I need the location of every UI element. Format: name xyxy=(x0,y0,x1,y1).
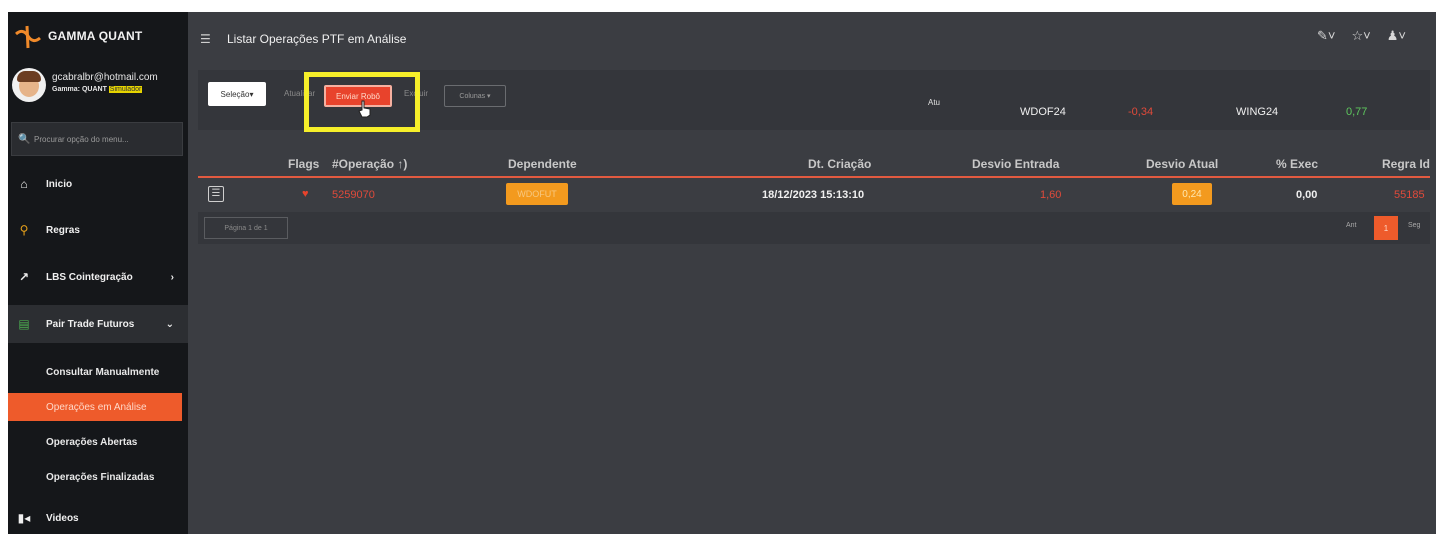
sidebar-sub-operacoes-em-analise[interactable]: Operações em Análise xyxy=(8,393,182,421)
sidebar-item-pair-trade-futuros[interactable]: ▤ Pair Trade Futuros ⌄ xyxy=(8,305,188,343)
page-header: ☰ Listar Operações PTF em Análise ✎˅ ☆˅ … xyxy=(184,18,1428,58)
col-exec[interactable]: % Exec xyxy=(1276,157,1318,171)
user-plan: Gamma: QUANT Simulador xyxy=(52,86,143,93)
home-icon: ⌂ xyxy=(20,177,28,191)
search-icon: ⚲ xyxy=(19,223,29,237)
cell-regra-id[interactable]: 55185 xyxy=(1394,189,1425,201)
pager-current-page[interactable]: 1 xyxy=(1374,216,1398,240)
brand-name: GAMMA QUANT xyxy=(48,29,143,43)
cell-desvio-atual-badge: 0,24 xyxy=(1172,183,1212,205)
col-regra-id[interactable]: Regra Id xyxy=(1382,157,1430,171)
grid-toolbar: Seleção▾ Atualizar Enviar Robô Excluir C… xyxy=(198,70,1430,132)
selecao-button[interactable]: Seleção▾ xyxy=(208,82,266,106)
col-flags[interactable]: Flags xyxy=(288,157,319,171)
pager: Página 1 de 1 Ant 1 Seg xyxy=(198,212,1430,244)
col-desvio-atual[interactable]: Desvio Atual xyxy=(1146,157,1218,171)
atu-label: Atu xyxy=(928,98,941,107)
chevron-down-icon: ⌄ xyxy=(165,318,174,330)
sidebar-sub-consultar-manualmente[interactable]: Consultar Manualmente xyxy=(8,358,188,386)
hamburger-menu-icon[interactable]: ☰ xyxy=(200,32,211,46)
colunas-dropdown[interactable]: Colunas ▾ xyxy=(444,85,506,107)
col-desvio-entrada[interactable]: Desvio Entrada xyxy=(972,157,1059,171)
col-dt-criacao[interactable]: Dt. Criação xyxy=(808,157,871,171)
ticker-wing24: WING24 xyxy=(1236,106,1279,118)
cell-dependente-badge: WDOFUT xyxy=(506,183,568,205)
cell-operacao[interactable]: 5259070 xyxy=(332,189,375,201)
video-icon: ▮◂ xyxy=(17,511,31,525)
cell-exec: 0,00 xyxy=(1296,189,1318,201)
chevron-right-icon: › xyxy=(170,271,174,283)
table-header: Flags #Operação ↑) Dependente Dt. Criaçã… xyxy=(198,148,1430,178)
cell-desvio-entrada: 1,60 xyxy=(1040,189,1062,201)
search-placeholder: Procurar opção do menu... xyxy=(34,134,129,144)
table-row[interactable]: ☰ ♥ 5259070 WDOFUT 18/12/2023 15:13:10 1… xyxy=(198,180,1430,210)
avatar[interactable] xyxy=(12,68,46,102)
pin-icon: ♥ xyxy=(302,188,309,200)
plan-badge: Simulador xyxy=(108,86,143,93)
pager-next-button[interactable]: Seg xyxy=(1408,222,1420,229)
user-email: gcabralbr@hotmail.com xyxy=(52,72,158,83)
ticker-wdof24-value: -0,34 xyxy=(1128,106,1154,118)
user-panel: gcabralbr@hotmail.com Gamma: QUANT Simul… xyxy=(8,64,188,116)
header-tools: ✎˅ ☆˅ ♟˅ xyxy=(1317,28,1406,44)
user-icon[interactable]: ♟˅ xyxy=(1387,28,1406,44)
sidebar-item-lbs-cointegracao[interactable]: ↗ LBS Cointegração › xyxy=(8,260,188,294)
page-info: Página 1 de 1 xyxy=(204,217,288,239)
sidebar-item-regras[interactable]: ⚲ Regras xyxy=(8,213,188,247)
sidebar: GAMMA QUANT gcabralbr@hotmail.com Gamma:… xyxy=(8,12,188,534)
sidebar-sub-operacoes-finalizadas[interactable]: Operações Finalizadas xyxy=(8,463,188,491)
cell-dt-criacao: 18/12/2023 15:13:10 xyxy=(762,189,865,201)
row-menu-icon[interactable]: ☰ xyxy=(208,186,224,202)
chart-icon: ↗ xyxy=(18,270,30,284)
sidebar-item-videos[interactable]: ▮◂ Videos xyxy=(8,501,188,534)
sidebar-item-inicio[interactable]: ⌂ Inicio xyxy=(8,167,188,201)
hand-cursor-icon xyxy=(358,100,371,118)
brand[interactable]: GAMMA QUANT xyxy=(8,12,188,64)
sidebar-sub-operacoes-abertas[interactable]: Operações Abertas xyxy=(8,428,188,456)
menu-search[interactable]: 🔍 Procurar opção do menu... xyxy=(11,122,183,156)
search-icon: 🔍 xyxy=(18,133,31,145)
money-icon: ▤ xyxy=(18,317,30,331)
ticker-wing24-value: 0,77 xyxy=(1346,106,1368,118)
page-title: Listar Operações PTF em Análise xyxy=(227,32,407,46)
brush-icon[interactable]: ✎˅ xyxy=(1317,28,1335,44)
ticker-wdof24: WDOF24 xyxy=(1020,106,1066,118)
star-icon[interactable]: ☆˅ xyxy=(1352,28,1371,44)
col-operacao[interactable]: #Operação ↑) xyxy=(332,157,407,171)
col-dependente[interactable]: Dependente xyxy=(508,157,577,171)
pager-prev-button[interactable]: Ant xyxy=(1346,222,1357,229)
gamma-logo-icon xyxy=(15,25,41,49)
